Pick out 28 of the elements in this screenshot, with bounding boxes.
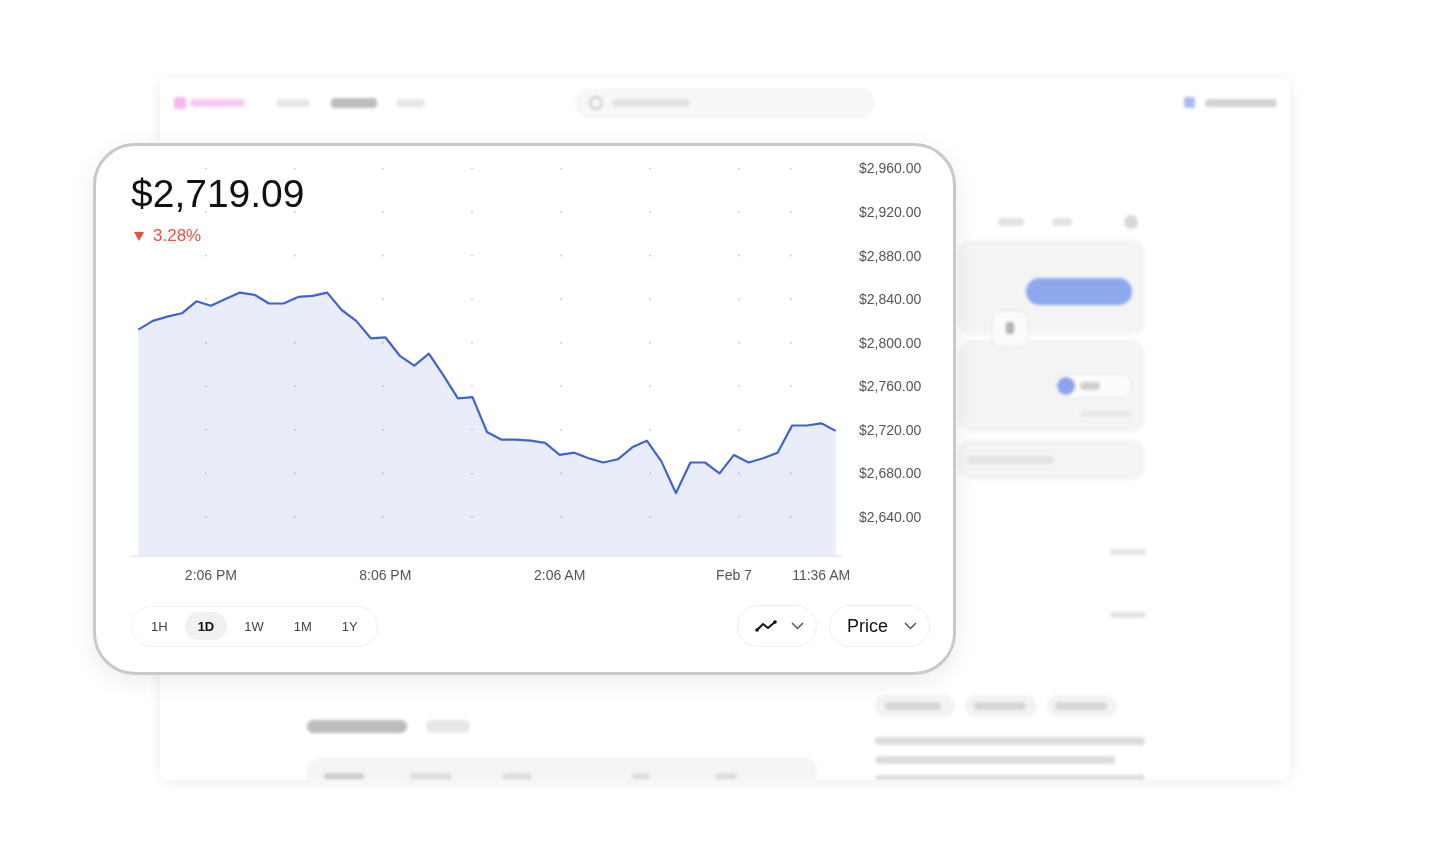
axis-label: 2:06 AM — [533, 567, 586, 583]
metric-dropdown[interactable]: Price — [829, 605, 930, 647]
axis-label: $2,760.00 — [859, 378, 922, 395]
axis-label: $2,880.00 — [859, 247, 922, 264]
timeframe-button[interactable]: 1W — [231, 612, 277, 640]
blurred-stats-drawing — [1110, 549, 1146, 618]
axis-label: $2,960.00 — [859, 160, 922, 177]
line-chart-icon — [755, 620, 777, 632]
axis-label: $2,720.00 — [859, 421, 922, 438]
chevron-down-icon — [904, 622, 917, 630]
axis-label: 8:06 PM — [359, 567, 412, 583]
triangle-down-icon — [134, 231, 144, 241]
axis-label: 2:06 PM — [184, 567, 237, 583]
timeframe-button[interactable]: 1Y — [328, 612, 371, 640]
axis-label: $2,640.00 — [859, 509, 922, 525]
current-price: $2,719.09 — [131, 171, 305, 217]
price-change: 3.28% — [153, 226, 202, 246]
axis-label: $2,680.00 — [859, 465, 922, 482]
chevron-down-icon — [791, 622, 804, 630]
timeframe-button[interactable]: 1D — [184, 612, 228, 640]
timeframe-button[interactable]: 1H — [138, 612, 181, 640]
axis-label: $2,800.00 — [859, 334, 922, 351]
timeframe-button[interactable]: 1M — [280, 612, 325, 640]
chart-type-dropdown[interactable] — [737, 605, 817, 647]
axis-label: Feb 7 — [716, 567, 752, 583]
axis-label: 11:36 AM — [792, 567, 851, 583]
axis-label: $2,840.00 — [859, 291, 922, 308]
axis-label: $2,920.00 — [859, 204, 922, 220]
